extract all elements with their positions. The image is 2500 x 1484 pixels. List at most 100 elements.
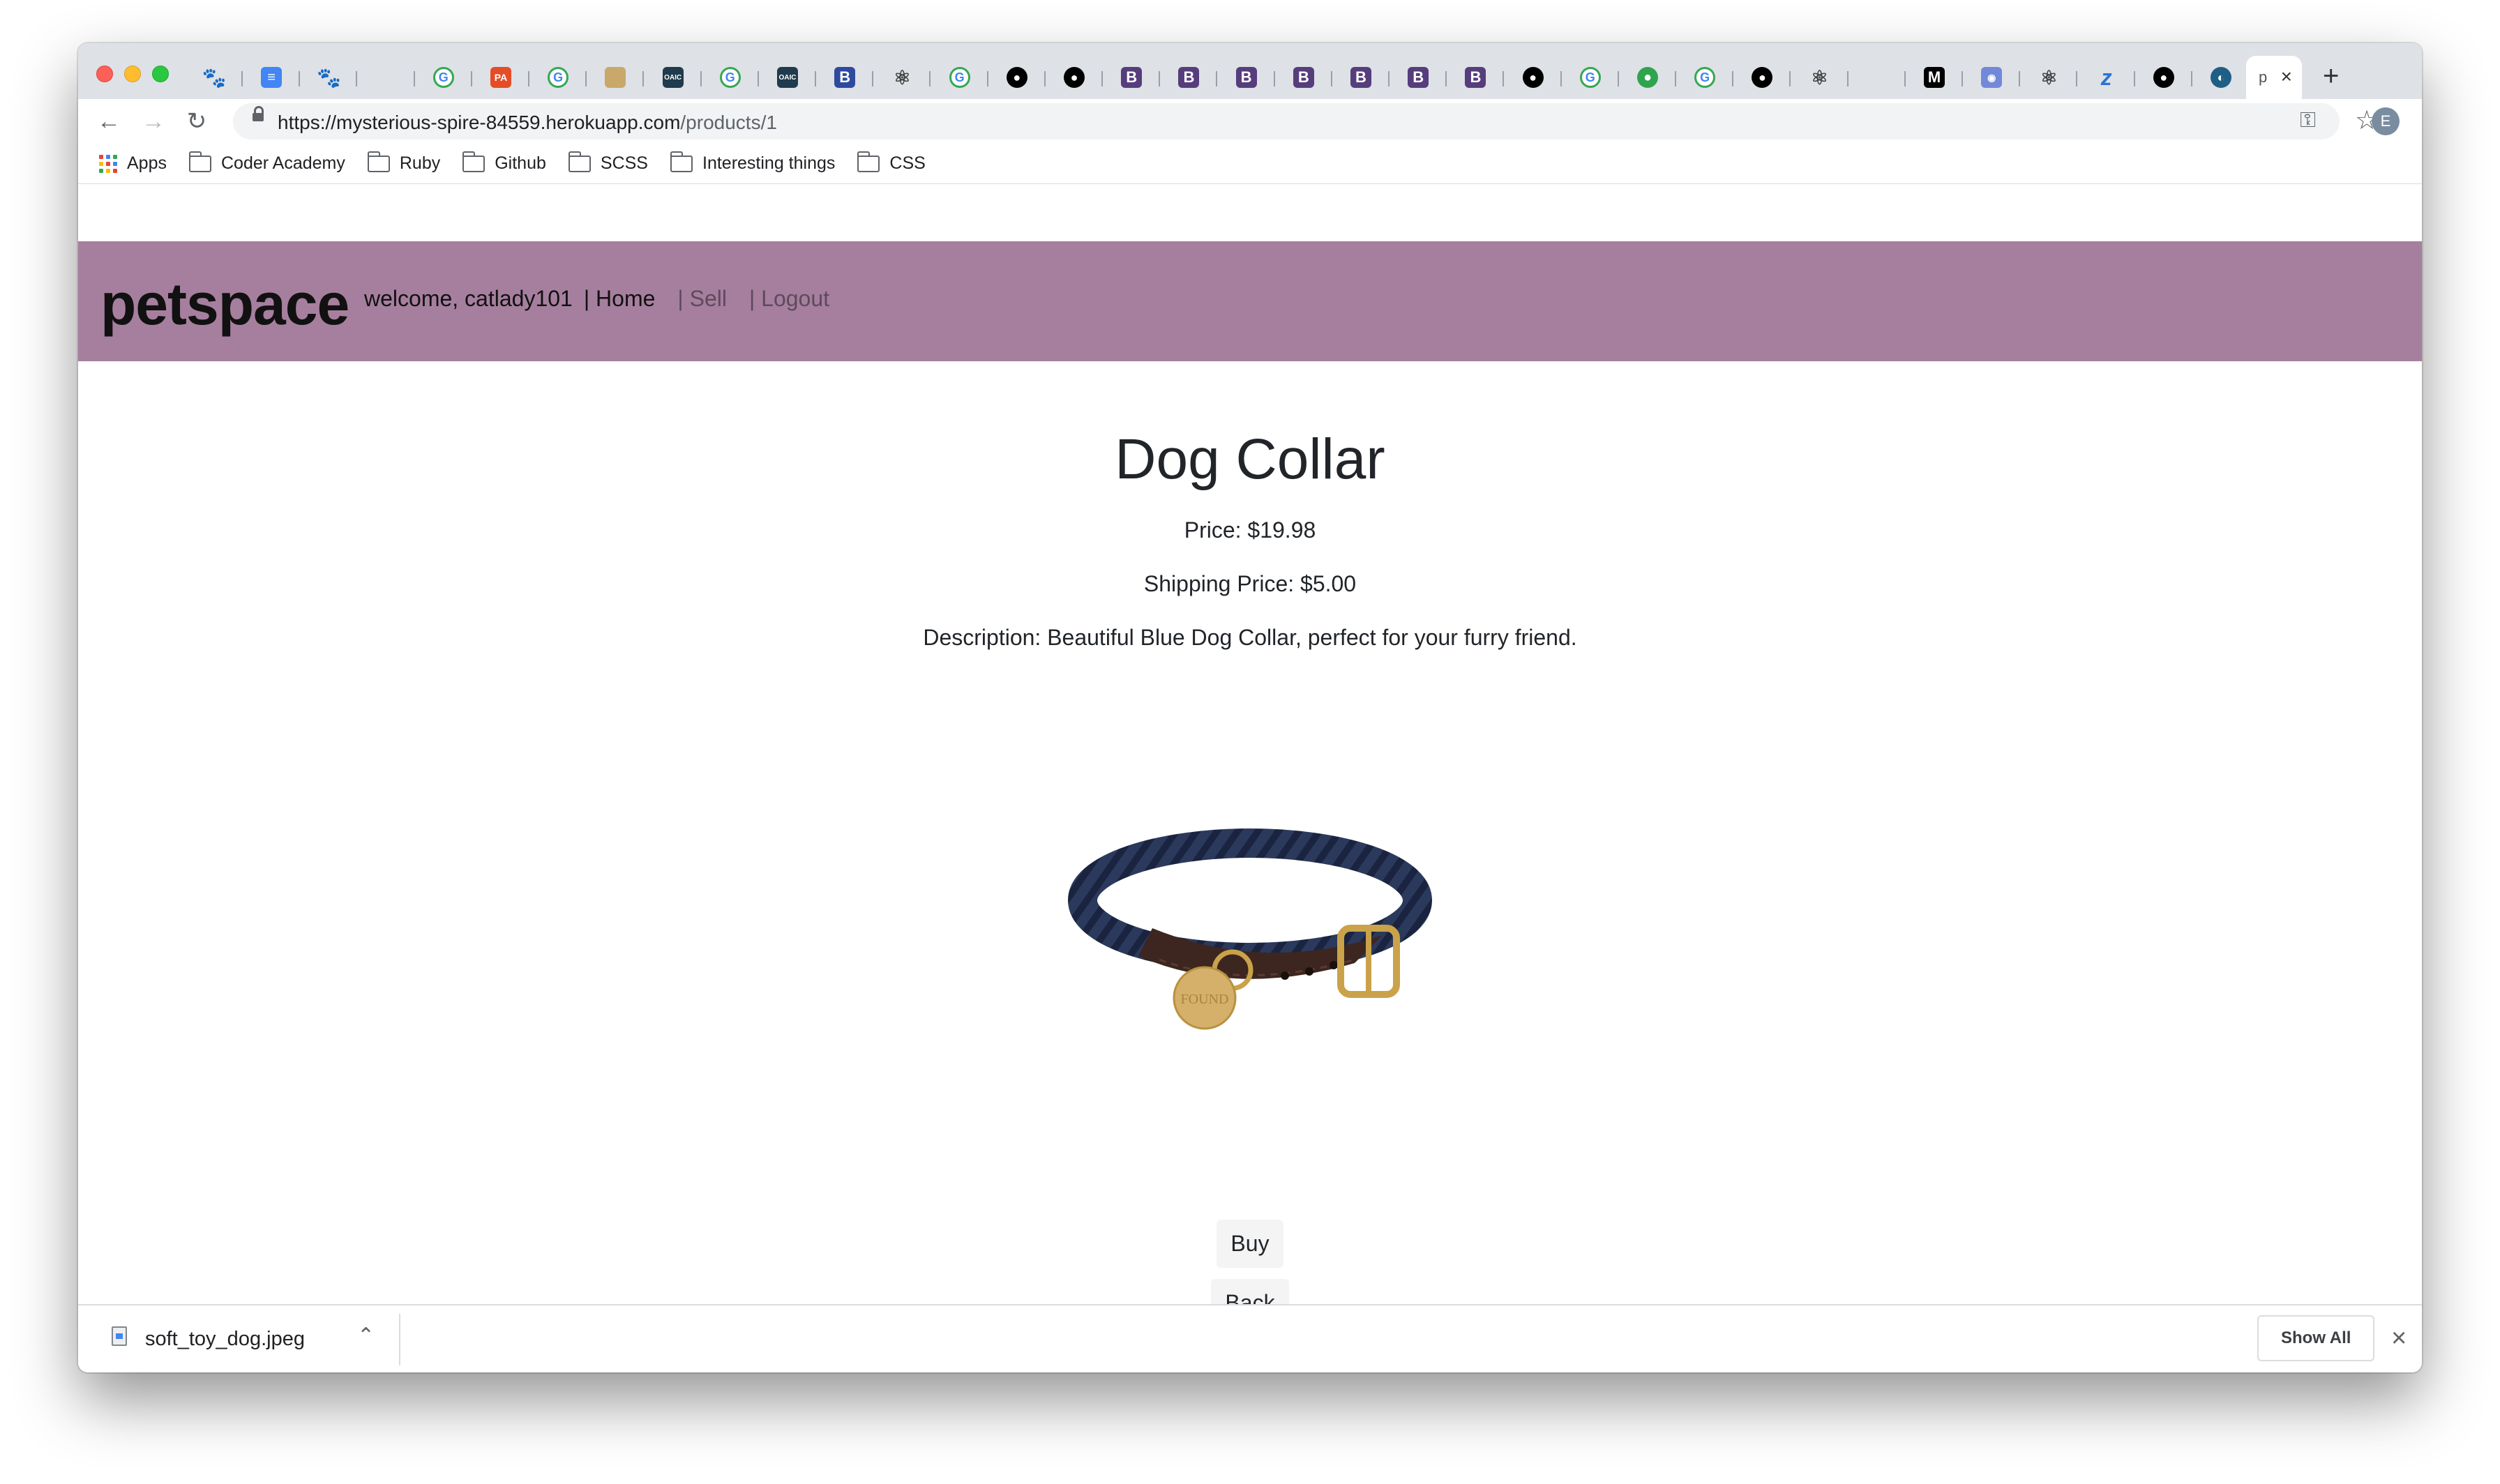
bookmark-item[interactable]: Coder Academy [188,151,345,174]
browser-tab[interactable]: ◐ [2197,56,2252,99]
browser-tab[interactable]: B [1451,56,1507,99]
browser-tab[interactable]: PA [476,56,532,99]
browser-tab[interactable]: z [2082,56,2138,99]
show-all-button[interactable]: Show All [2257,1315,2375,1361]
bootstrap-icon: B [1350,67,1371,88]
tab-strip: 🐾 ≡ 🐾 G PA G OAIC G OAIC B ⚛ G ● ● B B B B B B B ● G ● G ● ⚛ M ◉ ⚛ z ● ◐… [78,43,2422,216]
minimize-window-button[interactable] [124,66,141,82]
bootstrap-icon: B [1121,67,1143,88]
tag-engraving: FOUND [1181,992,1229,1007]
folder-icon [568,151,591,172]
browser-tab[interactable]: B [1394,56,1449,99]
browser-tab[interactable]: 🐾 [190,56,246,99]
github-icon: ● [1752,67,1773,88]
site-brand[interactable]: petspace [100,271,349,338]
browser-tab[interactable]: 🐾 [304,56,360,99]
product-shipping-price: Shipping Price: $5.00 [1143,571,1357,597]
bookmark-item[interactable]: Ruby [367,151,440,174]
browser-tab[interactable]: ● [1509,56,1565,99]
product-title: Dog Collar [1115,427,1385,491]
bootstrap-icon: B [1235,67,1257,88]
atom-icon: ⚛ [893,66,911,89]
address-bar[interactable]: https://mysterious-spire-84559.herokuapp… [233,103,2340,139]
atom-icon: ⚛ [1811,66,1829,89]
browser-tab[interactable]: ⚛ [878,56,933,99]
browser-tab[interactable]: B [1222,56,1278,99]
browser-tab[interactable] [361,56,418,216]
close-window-button[interactable] [96,66,113,82]
folder-icon [670,151,693,172]
product-image: FOUND [1055,824,1445,1033]
google-icon: G [1579,67,1601,88]
close-download-bar-icon[interactable]: × [2391,1321,2407,1356]
browser-tab[interactable]: G [1680,56,1736,99]
menu-dots-icon[interactable]: ⋮ [2419,103,2422,138]
reload-icon[interactable]: ↻ [180,105,213,138]
browser-tab[interactable]: B [820,56,876,99]
bookmark-label: Github [495,153,546,173]
google-icon: G [548,67,569,88]
browser-tab[interactable]: ⚛ [2024,56,2080,99]
browser-tab[interactable]: OAIC [763,56,819,99]
profile-avatar[interactable]: E [2372,107,2400,135]
browser-tab[interactable]: B [1279,56,1335,99]
lock-icon[interactable] [253,106,264,121]
browser-tab[interactable]: ● [2139,56,2195,99]
bookmark-label: Apps [127,153,167,173]
browser-tab[interactable]: B [1107,56,1163,99]
bookmarks-bar: Apps Coder Academy Ruby Github SCSS Interesti… [78,144,2422,184]
new-tab-button[interactable]: + [2323,59,2339,93]
close-tab-icon[interactable]: × [2281,67,2292,86]
github-icon: ● [1006,67,1027,88]
back-arrow-icon[interactable]: ← [92,105,126,138]
browser-tab[interactable]: OAIC [649,56,705,99]
browser-tab[interactable]: ● [993,56,1048,99]
url-text[interactable]: https://mysterious-spire-84559.herokuapp… [278,112,777,134]
google-icon: G [1694,67,1716,88]
url-path: /products/1 [680,112,777,133]
site-header: petspace welcome, catlady101 | Home | Se… [78,241,2422,361]
browser-tab[interactable]: G [935,56,991,99]
browser-tab[interactable]: M [1910,56,1966,99]
browser-tab[interactable] [1852,56,1908,216]
browser-window: 🐾 ≡ 🐾 G PA G OAIC G OAIC B ⚛ G ● ● B B B B B B B ● G ● G ● ⚛ M ◉ ⚛ z ● ◐… [78,43,2422,1372]
key-icon[interactable]: ⚿ [2300,109,2316,132]
maximize-window-button[interactable] [152,66,169,82]
browser-tab[interactable]: ⚛ [1795,56,1851,99]
medium-icon: M [1924,67,1945,88]
chevron-up-icon[interactable]: ⌃ [357,1324,375,1348]
bookmark-label: CSS [889,153,926,173]
active-tab-title: p [2259,68,2268,86]
bookmark-item[interactable]: Interesting things [670,151,835,174]
bookmark-item[interactable]: Github [462,151,546,174]
bookmark-item[interactable]: Apps [99,153,167,174]
bookmark-label: SCSS [600,153,648,173]
browser-tab[interactable]: ◉ [1967,56,2023,99]
nav-home-link[interactable]: | Home [584,286,656,312]
folder-icon [462,151,485,172]
download-file-name[interactable]: soft_toy_dog.jpeg [145,1328,305,1351]
browser-tab[interactable]: G [706,56,762,99]
buy-button[interactable]: Buy [1217,1220,1283,1269]
browser-tab[interactable]: ● [1738,56,1793,99]
bootstrap-icon: B [1465,67,1486,88]
active-tab[interactable]: p × [2246,56,2302,99]
browser-tab[interactable]: B [1336,56,1392,99]
nav-sell-link[interactable]: | Sell [677,286,727,312]
bootstrap-icon: B [1178,67,1200,88]
browser-tab[interactable] [591,56,647,99]
tab-list: 🐾 ≡ 🐾 G PA G OAIC G OAIC B ⚛ G ● ● B B B B B B B ● G ● G ● ⚛ M ◉ ⚛ z ● ◐ [190,56,2324,216]
browser-tab[interactable]: G [534,56,589,99]
forward-arrow-icon[interactable]: → [137,105,170,138]
site-nav: welcome, catlady101 | Home | Sell | Logo… [364,286,852,312]
bookmark-item[interactable]: CSS [857,151,926,174]
nav-logout-link[interactable]: | Logout [749,286,829,312]
browser-tab[interactable]: ● [1050,56,1106,99]
browser-tab[interactable]: ● [1623,56,1679,99]
browser-tab[interactable]: ≡ [247,56,303,99]
browser-tab[interactable]: G [1566,56,1622,99]
bookmark-item[interactable]: SCSS [568,151,648,174]
browser-tab[interactable]: B [1164,56,1220,99]
browser-tab[interactable]: G [419,56,475,99]
pa-icon: PA [490,67,511,88]
